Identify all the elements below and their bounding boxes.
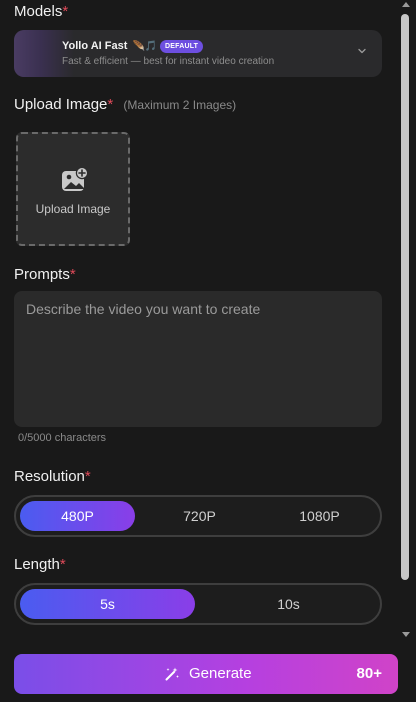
- length-option-5s[interactable]: 5s: [20, 589, 195, 619]
- prompt-input[interactable]: [14, 291, 382, 427]
- resolution-option-480p[interactable]: 480P: [20, 501, 135, 531]
- resolution-option-1080p[interactable]: 1080P: [262, 501, 377, 531]
- generate-button[interactable]: Generate 80+: [14, 654, 398, 694]
- video-generation-panel: Models* Yollo AI Fast 🪶🎵 DEFAULT Fast & …: [0, 0, 398, 702]
- magic-wand-icon: [165, 667, 179, 681]
- model-emoji: 🪶🎵: [132, 41, 158, 52]
- upload-image-button[interactable]: Upload Image: [16, 132, 130, 246]
- length-selector: 5s 10s: [14, 583, 382, 625]
- length-label: Length*: [14, 556, 66, 573]
- upload-image-label: Upload Image* (Maximum 2 Images): [14, 96, 237, 113]
- scroll-up-arrow-icon[interactable]: [402, 2, 410, 7]
- required-mark: *: [62, 3, 69, 20]
- model-selector[interactable]: Yollo AI Fast 🪶🎵 DEFAULT Fast & efficien…: [14, 30, 382, 77]
- resolution-selector: 480P 720P 1080P: [14, 495, 382, 537]
- scroll-down-arrow-icon[interactable]: [402, 632, 410, 637]
- model-title: Yollo AI Fast 🪶🎵: [62, 40, 158, 52]
- character-count: 0/5000 characters: [18, 432, 107, 444]
- scrollbar-thumb[interactable]: [401, 14, 409, 580]
- models-label: Models*: [14, 3, 69, 20]
- model-thumbnail: [14, 30, 74, 77]
- upload-image-text: Upload Image: [35, 202, 111, 216]
- length-option-10s[interactable]: 10s: [201, 589, 376, 619]
- upload-hint: (Maximum 2 Images): [123, 98, 237, 112]
- model-description: Fast & efficient — best for instant vide…: [62, 56, 275, 67]
- required-mark: *: [84, 468, 91, 485]
- chevron-down-icon[interactable]: [356, 45, 368, 57]
- required-mark: *: [59, 556, 66, 573]
- generate-cost: 80+: [356, 665, 382, 682]
- resolution-option-720p[interactable]: 720P: [142, 501, 257, 531]
- generate-label: Generate: [189, 665, 252, 682]
- prompts-label: Prompts*: [14, 266, 76, 283]
- resolution-label: Resolution*: [14, 468, 91, 485]
- image-add-icon: [62, 166, 89, 191]
- default-badge: DEFAULT: [160, 40, 204, 53]
- required-mark: *: [69, 266, 76, 283]
- required-mark: *: [107, 96, 114, 113]
